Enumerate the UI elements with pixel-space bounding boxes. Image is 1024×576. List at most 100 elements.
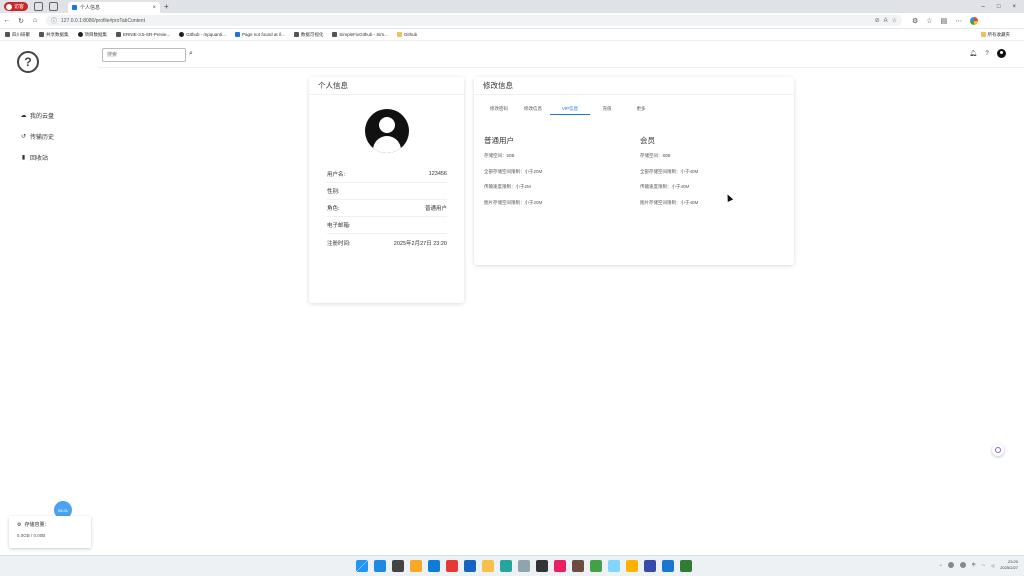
user-avatar-icon[interactable] (997, 49, 1006, 58)
tab-actions-icon[interactable] (49, 2, 59, 11)
browser-toolbar: ← ↻ ⌂ ⓘ 127.0.0.1:8080/profile#proTabCon… (0, 13, 1024, 29)
info-label: 注册时间: (327, 240, 351, 247)
sidebar-item-transfer-history[interactable]: ↺ 传输历史 (20, 132, 54, 141)
taskbar-app-icon[interactable] (554, 560, 566, 572)
block-icon[interactable]: ⊘ (875, 17, 880, 24)
edit-tab[interactable]: 修改密码 (482, 103, 516, 115)
taskbar-app-icon[interactable] (518, 560, 530, 572)
favorites-icon[interactable]: ☆ (926, 17, 932, 25)
edit-info-card: 修改信息 修改密码 修改信息 VIP信息 充值 更多 普通用户 存储空间：50B 全部存… (474, 77, 794, 265)
bookmark-label: 所有收藏夹 (987, 31, 1011, 37)
read-aloud-icon[interactable]: A (884, 18, 888, 24)
bookmark-item[interactable]: 共享数据集 (39, 32, 69, 38)
bookmark-favicon-icon (235, 32, 241, 37)
copilot-icon[interactable] (970, 16, 979, 25)
app-logo-icon[interactable]: ? (17, 51, 39, 73)
workspaces-icon[interactable] (34, 2, 44, 11)
taskbar-app-icon[interactable] (464, 560, 476, 572)
taskbar-app-icon[interactable] (626, 560, 638, 572)
taskbar-app-icon[interactable] (392, 560, 404, 572)
taskbar-app-icon[interactable] (680, 560, 692, 572)
taskbar-app-icon[interactable] (500, 560, 512, 572)
gear-icon[interactable]: ⚙ (17, 522, 21, 528)
extensions-icon[interactable]: ⚙ (912, 17, 918, 25)
taskbar-app-icon[interactable] (374, 560, 386, 572)
sidebar-item-label: 传输历史 (30, 135, 55, 141)
bookmark-item[interactable]: 四川研聚 (5, 32, 30, 38)
bookmark-label: Page not found at /l... (242, 32, 285, 37)
guest-avatar-icon (6, 3, 12, 10)
member-title: 会员 (640, 136, 655, 145)
normal-user-line: 存储空间：50B (484, 153, 515, 158)
taskbar-app-icon[interactable] (644, 560, 656, 572)
taskbar-app-icon[interactable] (608, 560, 620, 572)
browser-tab-active[interactable]: 个人信息 × (68, 2, 161, 13)
new-tab-button[interactable]: + (164, 2, 169, 11)
all-bookmarks-folder[interactable]: 所有收藏夹 (980, 31, 1011, 38)
reload-icon[interactable]: ↻ (14, 17, 28, 25)
taskbar-app-icon[interactable] (446, 560, 458, 572)
taskbar-app-icon[interactable] (482, 560, 494, 572)
help-icon[interactable]: ? (983, 50, 991, 58)
profile-avatar-icon (365, 109, 409, 153)
member-line: 图片存储空间限制：小于40M (640, 199, 699, 205)
profile-info-row: 性别: (327, 183, 447, 200)
sidebar-item-my-cloud[interactable]: ☁ 我的云盘 (20, 111, 55, 120)
site-info-icon[interactable]: ⓘ (51, 16, 57, 25)
member-column: 会员 存储空间：80B 全部存储空间限制：小于40M 传输速度限制：小于40M … (640, 135, 790, 215)
edit-tab[interactable]: 充值 (590, 103, 624, 115)
volume-icon[interactable]: ◁ (991, 563, 994, 568)
tray-app-icon[interactable] (959, 562, 966, 568)
edit-tab[interactable]: 更多 (624, 103, 658, 115)
info-value: 123456 (428, 171, 447, 177)
tray-app-icon[interactable] (947, 562, 954, 568)
edit-tab[interactable]: VIP信息 (550, 103, 590, 115)
bookmark-favicon-icon (39, 32, 44, 37)
maximize-icon[interactable]: □ (997, 4, 1001, 10)
tray-chevron-icon[interactable]: ^ (940, 563, 942, 568)
info-label: 角色: (327, 206, 340, 212)
bookmark-item[interactable]: 数据可视化 (293, 31, 324, 38)
taskbar-app-icon[interactable] (590, 560, 602, 572)
bookmark-label: 数据可视化 (300, 31, 324, 37)
start-menu-icon[interactable] (356, 560, 368, 572)
edit-tab[interactable]: 修改信息 (516, 103, 550, 115)
home-icon[interactable]: ⌂ (28, 17, 42, 24)
bookmark-item[interactable]: SimpleFixGithub - Sim... (332, 32, 388, 37)
normal-user-line: 图片存储空间限制：小于20M (484, 199, 543, 205)
bookmark-item[interactable]: ERNIE-3.5-SR-Previe... (116, 32, 170, 37)
taskbar-app-icon[interactable] (662, 560, 674, 572)
wifi-icon[interactable]: ◠ (982, 563, 986, 568)
search-input[interactable] (102, 48, 186, 62)
sidebar-item-recycle-bin[interactable]: ▮ 回收站 (20, 153, 54, 162)
bookmark-favicon-icon (332, 32, 338, 37)
taskbar-apps (356, 560, 692, 572)
assistant-float-button[interactable] (992, 444, 1004, 456)
close-tab-icon[interactable]: × (153, 5, 157, 11)
close-window-icon[interactable]: × (1012, 4, 1016, 10)
bookmark-favicon-icon (77, 32, 83, 37)
collections-icon[interactable]: ▤ (941, 17, 948, 25)
back-icon[interactable]: ← (0, 17, 14, 24)
language-icon[interactable]: 中 (972, 562, 976, 568)
sidebar: ? ☁ 我的云盘 ↺ 传输历史 ▮ 回收站 05:31 ⚙ 存储容量： 5.0G… (0, 41, 98, 555)
profile-info-list: 用户名: 123456 性别: 角色: 普通用户 电子邮箱: 注册时间: 2025年2月27日… (327, 166, 447, 251)
taskbar-app-icon[interactable] (536, 560, 548, 572)
address-bar[interactable]: ⓘ 127.0.0.1:8080/profile#proTabContent ⊘… (46, 15, 902, 26)
bookmark-item[interactable]: Page not found at /l... (235, 32, 285, 37)
bookmark-item[interactable]: Github (396, 32, 417, 37)
more-menu-icon[interactable]: ⋯ (955, 17, 962, 25)
minimize-icon[interactable]: – (982, 4, 985, 10)
info-label: 性别: (327, 189, 340, 195)
url-text: 127.0.0.1:8080/profile#proTabContent (61, 17, 145, 24)
taskbar-app-icon[interactable] (410, 560, 422, 572)
bookmark-item[interactable]: Github - mpquant/... (179, 32, 226, 37)
taskbar-app-icon[interactable] (428, 560, 440, 572)
notification-bell-icon[interactable]: 🔔︎ (969, 50, 977, 58)
bookmark-item[interactable]: 项目数据集 (77, 32, 107, 38)
favorite-star-icon[interactable]: ☆ (892, 17, 897, 24)
guest-profile-button[interactable]: 访客 (4, 2, 29, 11)
system-clock[interactable]: 23:20 2025/2/27 (1000, 559, 1018, 571)
search-icon[interactable]: ⌕ (189, 50, 193, 58)
taskbar-app-icon[interactable] (572, 560, 584, 572)
